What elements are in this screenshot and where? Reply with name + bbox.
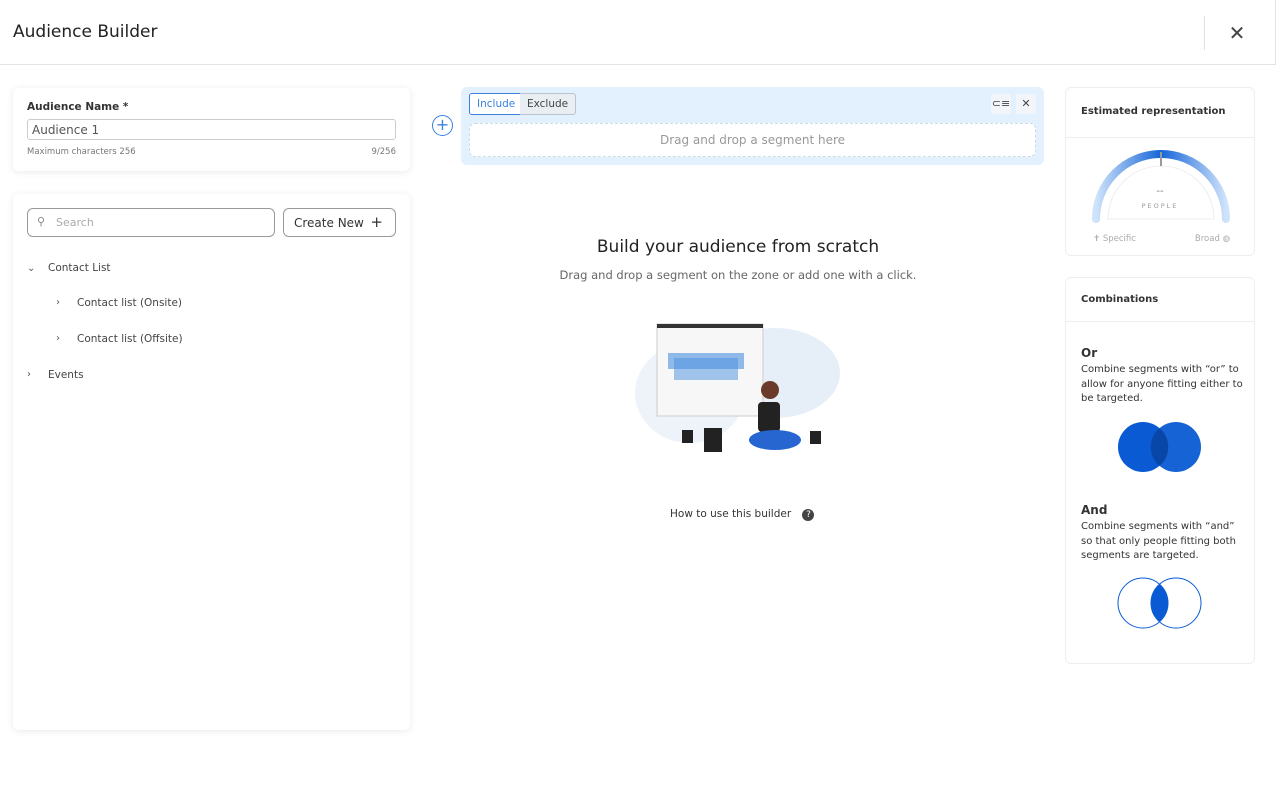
or-title: Or (1081, 346, 1098, 360)
search-input[interactable]: ⚲ Search (27, 208, 275, 237)
divider (1066, 321, 1254, 322)
estimate-unit: PEOPLE (1141, 202, 1179, 210)
specific-text: Specific (1102, 234, 1136, 244)
estimate-value: -- (1156, 186, 1164, 197)
help-icon: ? (802, 509, 815, 521)
chevron-down-icon: ⌄ (27, 263, 36, 274)
illustration (635, 323, 840, 452)
include-toggle[interactable]: Include (469, 93, 524, 115)
empty-subtitle: Drag and drop a segment on the zone or a… (559, 268, 917, 282)
empty-title: Build your audience from scratch (596, 237, 880, 257)
broad-text: Broad (1194, 234, 1220, 244)
remove-icon[interactable]: ✕ (1016, 94, 1036, 114)
tree-label: Events (48, 369, 84, 381)
plus-icon: + (370, 213, 383, 231)
divider (1204, 16, 1205, 50)
add-group-button[interactable]: + (432, 115, 453, 136)
page-title: Audience Builder (13, 22, 158, 42)
combinations-title: Combinations (1081, 294, 1159, 305)
segment-library: ⚲ Search Create New + ⌄ Contact List › Con… (13, 194, 410, 730)
collapse-icon[interactable]: ⊂≡ (991, 94, 1011, 114)
search-placeholder: Search (56, 216, 94, 229)
divider (1066, 137, 1254, 138)
globe-icon: ◍ (1219, 234, 1230, 244)
person-icon: ✝ (1093, 234, 1103, 244)
chevron-right-icon: › (27, 369, 31, 380)
audience-name-input[interactable] (27, 119, 396, 140)
and-title: And (1081, 503, 1108, 517)
and-description: Combine segments with “and” so that only… (1081, 521, 1236, 561)
estimate-title: Estimated representation (1081, 106, 1226, 117)
or-description: Combine segments with “or” to allow for … (1081, 364, 1243, 404)
help-link[interactable]: How to use this builder ? (670, 508, 815, 521)
char-count: 9/256 (371, 147, 397, 157)
tree-label: Contact List (48, 262, 111, 274)
tree-label: Contact list (Offsite) (77, 333, 183, 345)
venn-or-icon (1118, 422, 1201, 472)
drop-area[interactable]: Drag and drop a segment here (469, 123, 1036, 157)
exclude-toggle[interactable]: Exclude (520, 93, 577, 115)
create-new-label: Create New (294, 216, 364, 230)
header: Audience Builder ✕ (0, 0, 1276, 65)
estimate-card: Estimated representation -- PEOPLE ✝ Spe… (1065, 87, 1255, 256)
create-new-button[interactable]: Create New + (283, 208, 396, 237)
broad-label: Broad ◍ (1195, 234, 1230, 244)
segment-drop-zone: Include Exclude ⊂≡ ✕ Drag and drop a seg… (461, 87, 1044, 165)
close-icon[interactable]: ✕ (1226, 22, 1248, 44)
max-chars-hint: Maximum characters 256 (27, 147, 136, 157)
audience-name-card: Audience Name * Maximum characters 256 9… (13, 88, 410, 171)
combinations-card: Combinations Or Combine segments with “o… (1065, 277, 1255, 664)
chevron-right-icon: › (56, 333, 60, 344)
venn-and-icon (1117, 577, 1202, 629)
specific-label: ✝ Specific (1093, 234, 1136, 244)
audience-name-label: Audience Name * (27, 101, 129, 113)
chevron-right-icon: › (56, 297, 60, 308)
help-link-label: How to use this builder (670, 508, 792, 520)
tree-label: Contact list (Onsite) (77, 297, 183, 309)
search-icon: ⚲ (37, 215, 46, 228)
